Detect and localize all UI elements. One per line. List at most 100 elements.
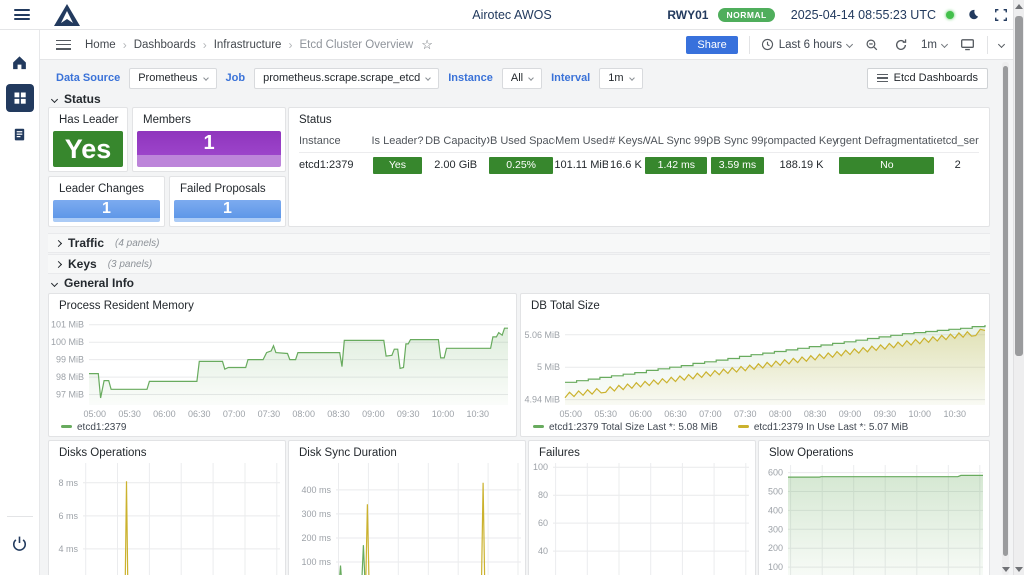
- svg-text:4.94 MiB: 4.94 MiB: [524, 395, 560, 405]
- etcd-dashboards-label: Etcd Dashboards: [894, 72, 978, 84]
- scrollbar-thumb[interactable]: [1015, 16, 1023, 356]
- section-traffic[interactable]: Traffic (4 panels): [48, 233, 990, 253]
- scrollbar-thumb[interactable]: [1003, 66, 1008, 556]
- section-status[interactable]: Status: [52, 92, 101, 106]
- failed-proposals-value: 1: [174, 200, 281, 218]
- col-wal-sync[interactable]: WAL Sync 99p: [643, 130, 709, 152]
- cell-is-leader: Yes: [371, 153, 424, 177]
- svg-text:97 MiB: 97 MiB: [56, 390, 84, 400]
- legend-marker: [738, 425, 749, 428]
- etcd-dashboards-button[interactable]: Etcd Dashboards: [867, 68, 988, 89]
- interval-dropdown[interactable]: 1m: [599, 68, 642, 89]
- svg-text:10:30: 10:30: [944, 409, 967, 419]
- col-db-capacity[interactable]: DB Capacity: [424, 130, 487, 152]
- runway-label: RWY01: [667, 8, 708, 22]
- job-dropdown[interactable]: prometheus.scrape.scrape_etcd: [254, 68, 439, 89]
- refresh-interval-dropdown[interactable]: 1m: [921, 39, 947, 51]
- sidebar-item-logout[interactable]: [6, 529, 34, 557]
- svg-text:500: 500: [768, 487, 783, 497]
- col-etcd-server[interactable]: etcd_ser: [936, 130, 979, 152]
- chart-plot[interactable]: 20406080100: [529, 441, 757, 575]
- stat-gradient-strip: [174, 218, 281, 222]
- section-traffic-count: (4 panels): [115, 238, 159, 249]
- col-db-used-space[interactable]: DB Used Space: [487, 130, 555, 152]
- svg-text:08:30: 08:30: [327, 409, 350, 419]
- col-db-sync[interactable]: DB Sync 99p: [709, 130, 765, 152]
- svg-text:98 MiB: 98 MiB: [56, 372, 84, 382]
- data-source-dropdown[interactable]: Prometheus: [129, 68, 216, 89]
- breadcrumb-separator: ›: [123, 38, 127, 52]
- sidebar-item-home[interactable]: [6, 48, 34, 76]
- interval-label: Interval: [551, 72, 590, 84]
- clock-icon: [761, 38, 774, 51]
- svg-text:5 MiB: 5 MiB: [537, 362, 560, 372]
- panel-failed-proposals: Failed Proposals 1: [169, 176, 286, 227]
- time-range-label: Last 6 hours: [779, 39, 842, 51]
- svg-text:06:30: 06:30: [664, 409, 687, 419]
- svg-text:10:30: 10:30: [467, 409, 490, 419]
- dashboard-scrollbar[interactable]: [1002, 62, 1009, 575]
- scroll-down-arrow[interactable]: [1014, 563, 1024, 575]
- col-mem-used[interactable]: Mem Used: [555, 130, 608, 152]
- data-source-value: Prometheus: [138, 72, 197, 84]
- chart-plot[interactable]: 97 MiB98 MiB99 MiB100 MiB101 MiB05:0005:…: [49, 294, 518, 438]
- sidebar-item-dashboards[interactable]: [6, 84, 34, 112]
- share-button[interactable]: Share: [686, 36, 737, 54]
- breadcrumb-infrastructure[interactable]: Infrastructure: [214, 39, 282, 51]
- legend-label[interactable]: etcd1:2379 In Use Last *: 5.07 MiB: [754, 422, 909, 433]
- window-scrollbar[interactable]: [1013, 0, 1024, 575]
- section-general-info[interactable]: General Info: [52, 276, 134, 290]
- panel-title: Failed Proposals: [170, 177, 285, 197]
- breadcrumb-home[interactable]: Home: [85, 39, 116, 51]
- cell-urgent-defragmentation: No: [837, 153, 936, 177]
- scroll-up-arrow[interactable]: [1014, 0, 1024, 12]
- job-value: prometheus.scrape.scrape_etcd: [263, 72, 420, 84]
- svg-text:300: 300: [768, 524, 783, 534]
- svg-text:07:00: 07:00: [223, 409, 246, 419]
- favorite-star-icon[interactable]: ☆: [421, 37, 433, 53]
- col-is-leader[interactable]: Is Leader?: [371, 130, 424, 152]
- instance-label: Instance: [448, 72, 493, 84]
- data-source-label: Data Source: [56, 72, 120, 84]
- section-keys[interactable]: Keys (3 panels): [48, 254, 990, 274]
- panel-disks-operations: Disks Operations 4 ms6 ms8 ms: [48, 440, 286, 575]
- theme-moon-icon[interactable]: [964, 6, 982, 24]
- has-leader-value: Yes: [53, 131, 123, 167]
- breadcrumb-dashboards[interactable]: Dashboards: [134, 39, 196, 51]
- chart-plot[interactable]: 4 ms6 ms8 ms: [49, 441, 287, 575]
- zoom-out-icon[interactable]: [863, 36, 881, 54]
- panel-process-resident-memory: Process Resident Memory 97 MiB98 MiB99 M…: [48, 293, 517, 437]
- chart-plot[interactable]: 100 ms200 ms300 ms400 ms: [289, 441, 527, 575]
- green-pill: 0.25%: [489, 157, 553, 174]
- svg-text:07:00: 07:00: [699, 409, 722, 419]
- col-keys[interactable]: # Keys: [608, 130, 643, 152]
- col-urgent-defragmentation[interactable]: Urgent Defragmentation: [837, 130, 936, 152]
- svg-text:09:30: 09:30: [397, 409, 420, 419]
- legend-label[interactable]: etcd1:2379: [77, 422, 127, 433]
- svg-text:100 ms: 100 ms: [301, 557, 331, 567]
- breadcrumb-separator: ›: [203, 38, 207, 52]
- instance-dropdown[interactable]: All: [502, 68, 542, 89]
- chart-plot[interactable]: 100200300400500600: [759, 441, 991, 575]
- chart-plot[interactable]: 4.94 MiB5 MiB5.06 MiB05:0005:3006:0006:3…: [521, 294, 991, 438]
- app-bar: Airotec AWOS RWY01 NORMAL 2025-04-14 08:…: [0, 0, 1024, 30]
- app-menu-icon[interactable]: [14, 9, 30, 20]
- dashboard-canvas: Data Source Prometheus Job prometheus.sc…: [40, 60, 1024, 575]
- fullscreen-icon[interactable]: [992, 6, 1010, 24]
- refresh-icon[interactable]: [892, 36, 910, 54]
- app-logo[interactable]: [52, 3, 82, 27]
- cell-db-sync: 3.59 ms: [709, 153, 765, 177]
- sidebar-item-logs[interactable]: [6, 120, 34, 148]
- time-range-picker[interactable]: Last 6 hours: [761, 38, 852, 51]
- col-compacted-keys[interactable]: Compacted Keys: [766, 130, 838, 152]
- chevron-down-icon: [846, 41, 853, 48]
- scroll-down-arrow[interactable]: [1002, 563, 1009, 575]
- dashboard-toolbar: Home › Dashboards › Infrastructure › Etc…: [40, 30, 1024, 60]
- collapse-toolbar-icon[interactable]: [998, 41, 1005, 48]
- tv-mode-icon[interactable]: [958, 36, 976, 54]
- mega-menu-icon[interactable]: [56, 40, 71, 50]
- col-instance[interactable]: Instance: [299, 130, 371, 152]
- cell-db-used-space: 0.25%: [487, 153, 555, 177]
- panel-status-table: Status Instance Is Leader? DB Capacity D…: [288, 107, 990, 227]
- legend-label[interactable]: etcd1:2379 Total Size Last *: 5.08 MiB: [549, 422, 718, 433]
